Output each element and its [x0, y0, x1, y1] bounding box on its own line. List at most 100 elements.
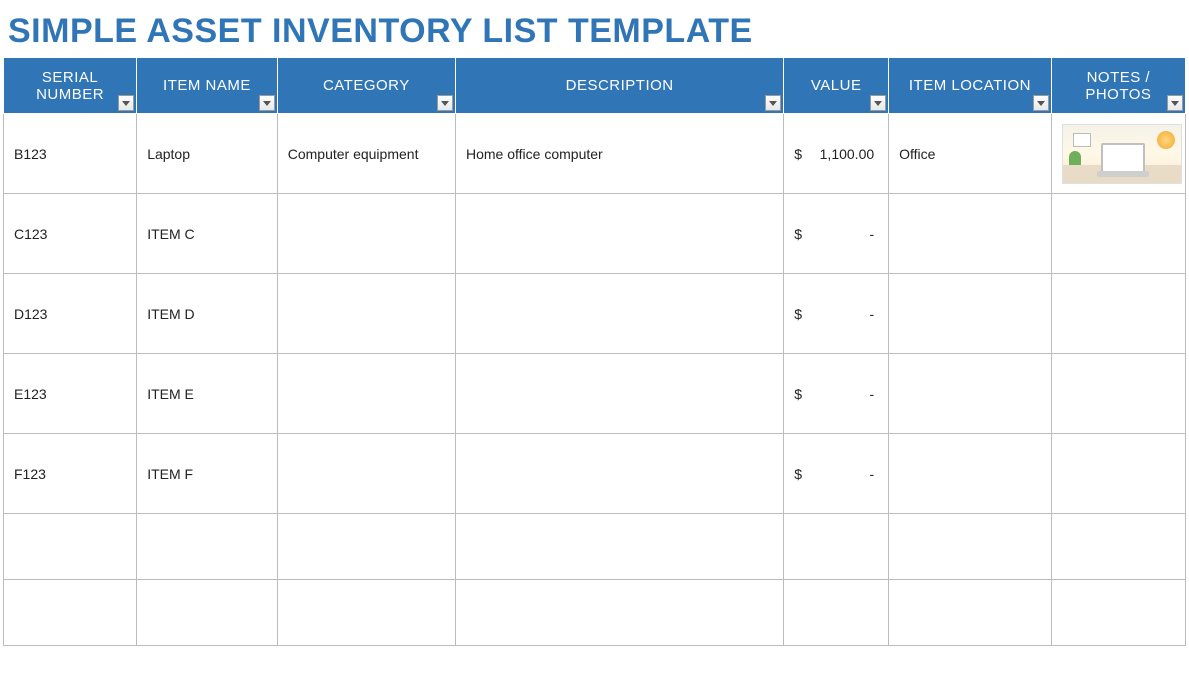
cell-value[interactable]: $- [784, 434, 889, 514]
cell-notes[interactable] [1051, 434, 1185, 514]
cell-location[interactable] [889, 514, 1052, 580]
cell-name[interactable]: ITEM F [137, 434, 278, 514]
cell-notes[interactable] [1051, 514, 1185, 580]
cell-category[interactable] [277, 514, 455, 580]
cell-location[interactable] [889, 580, 1052, 646]
cell-value[interactable]: $- [784, 354, 889, 434]
cell-text: Office [899, 146, 935, 162]
filter-button-desc[interactable] [765, 95, 781, 111]
currency-symbol: $ [794, 226, 802, 242]
cell-desc[interactable] [456, 434, 784, 514]
cell-value[interactable]: $1,100.00 [784, 114, 889, 194]
cell-desc[interactable] [456, 514, 784, 580]
column-header-category[interactable]: CATEGORY [277, 58, 455, 114]
table-row [4, 514, 1186, 580]
laptop-desk-photo[interactable] [1062, 124, 1182, 184]
cell-serial[interactable] [4, 514, 137, 580]
cell-serial[interactable]: E123 [4, 354, 137, 434]
cell-location[interactable] [889, 274, 1052, 354]
cell-serial[interactable]: C123 [4, 194, 137, 274]
filter-button-serial[interactable] [118, 95, 134, 111]
cell-name[interactable]: Laptop [137, 114, 278, 194]
cell-value[interactable] [784, 580, 889, 646]
cell-location[interactable] [889, 354, 1052, 434]
cell-text: Home office computer [466, 146, 603, 162]
cell-value[interactable]: $- [784, 274, 889, 354]
filter-button-name[interactable] [259, 95, 275, 111]
cell-desc[interactable]: Home office computer [456, 114, 784, 194]
cell-value[interactable] [784, 514, 889, 580]
cell-name[interactable]: ITEM D [137, 274, 278, 354]
column-header-desc[interactable]: DESCRIPTION [456, 58, 784, 114]
chevron-down-icon [263, 101, 271, 106]
cell-text: C123 [14, 226, 47, 242]
chevron-down-icon [769, 101, 777, 106]
column-header-label: NOTES / PHOTOS [1085, 69, 1151, 103]
cell-category[interactable] [277, 434, 455, 514]
cell-category[interactable] [277, 580, 455, 646]
column-header-label: DESCRIPTION [566, 77, 674, 94]
cell-serial[interactable]: D123 [4, 274, 137, 354]
filter-button-category[interactable] [437, 95, 453, 111]
column-header-label: SERIAL NUMBER [36, 69, 104, 103]
cell-category[interactable]: Computer equipment [277, 114, 455, 194]
cell-text: ITEM E [147, 386, 194, 402]
value-amount: - [869, 466, 874, 482]
value-amount: - [869, 306, 874, 322]
cell-notes[interactable] [1051, 354, 1185, 434]
value-amount: - [869, 226, 874, 242]
table-row: B123 Laptop Computer equipment Home office … [4, 114, 1186, 194]
cell-text: F123 [14, 466, 46, 482]
cell-serial[interactable] [4, 580, 137, 646]
page-title: SIMPLE ASSET INVENTORY LIST TEMPLATE [0, 0, 1189, 57]
cell-value[interactable]: $- [784, 194, 889, 274]
cell-name[interactable]: ITEM E [137, 354, 278, 434]
cell-location[interactable] [889, 434, 1052, 514]
chevron-down-icon [122, 101, 130, 106]
column-header-label: VALUE [811, 77, 862, 94]
column-header-notes[interactable]: NOTES / PHOTOS [1051, 58, 1185, 114]
filter-button-notes[interactable] [1167, 95, 1183, 111]
cell-notes[interactable] [1051, 580, 1185, 646]
cell-notes[interactable] [1051, 274, 1185, 354]
table-row: F123 ITEM F $- [4, 434, 1186, 514]
cell-serial[interactable]: B123 [4, 114, 137, 194]
table-row: D123ITEM D$- [4, 274, 1186, 354]
cell-text: ITEM D [147, 306, 194, 322]
column-header-location[interactable]: ITEM LOCATION [889, 58, 1052, 114]
cell-name[interactable]: ITEM C [137, 194, 278, 274]
cell-notes[interactable] [1051, 114, 1185, 194]
chevron-down-icon [1037, 101, 1045, 106]
cell-category[interactable] [277, 354, 455, 434]
cell-notes[interactable] [1051, 194, 1185, 274]
cell-text: ITEM C [147, 226, 194, 242]
cell-name[interactable] [137, 580, 278, 646]
column-header-name[interactable]: ITEM NAME [137, 58, 278, 114]
cell-desc[interactable] [456, 354, 784, 434]
column-header-value[interactable]: VALUE [784, 58, 889, 114]
table-header-row: SERIAL NUMBER ITEM NAME CATEGORY DESCRIPTIO… [4, 58, 1186, 114]
value-amount: - [869, 386, 874, 402]
cell-name[interactable] [137, 514, 278, 580]
column-header-serial[interactable]: SERIAL NUMBER [4, 58, 137, 114]
cell-desc[interactable] [456, 194, 784, 274]
cell-location[interactable] [889, 194, 1052, 274]
cell-desc[interactable] [456, 580, 784, 646]
chevron-down-icon [441, 101, 449, 106]
cell-desc[interactable] [456, 274, 784, 354]
cell-category[interactable] [277, 274, 455, 354]
inventory-table: SERIAL NUMBER ITEM NAME CATEGORY DESCRIPTIO… [3, 57, 1186, 646]
value-amount: 1,100.00 [820, 146, 875, 162]
column-header-label: CATEGORY [323, 77, 410, 94]
cell-text: E123 [14, 386, 47, 402]
filter-button-value[interactable] [870, 95, 886, 111]
cell-text: Computer equipment [288, 146, 419, 162]
cell-serial[interactable]: F123 [4, 434, 137, 514]
chevron-down-icon [1171, 101, 1179, 106]
cell-category[interactable] [277, 194, 455, 274]
cell-location[interactable]: Office [889, 114, 1052, 194]
currency-symbol: $ [794, 306, 802, 322]
table-body: B123 Laptop Computer equipment Home office … [4, 114, 1186, 646]
filter-button-location[interactable] [1033, 95, 1049, 111]
cell-text: Laptop [147, 146, 190, 162]
